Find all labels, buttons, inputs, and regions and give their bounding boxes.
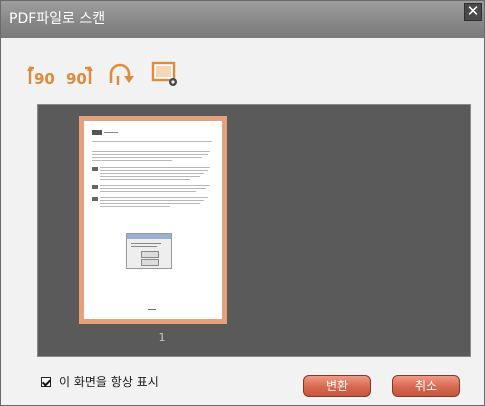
page-thumbnail[interactable] [79,116,227,324]
doc-line [100,197,208,198]
page-preview [84,121,222,319]
doc-line [100,203,200,204]
rotate-180-icon [109,63,134,85]
doc-line [104,132,118,133]
svg-text:90: 90 [66,70,87,88]
rotate-right-90-icon: 90 [66,66,93,88]
always-show-label: 이 화면을 항상 표시 [59,375,159,389]
doc-line [100,176,200,177]
doc-dialog-button [141,259,159,266]
page-number: 1 [158,331,166,344]
doc-line [92,141,212,142]
doc-line [92,160,172,161]
doc-line [100,200,204,201]
rotate-180-button[interactable] [105,59,135,89]
doc-line [100,167,210,168]
rotate-left-90-button[interactable]: 90 [25,59,55,89]
page-preview-area: 1 [37,104,471,357]
doc-line [100,188,206,189]
doc-line [92,157,202,158]
doc-dialog-image [126,233,172,269]
checkbox-checked-icon[interactable] [41,376,51,387]
doc-line [92,154,208,155]
doc-page-footer [148,309,156,310]
doc-line [100,170,208,171]
doc-line [100,179,190,180]
doc-bullet [92,167,98,171]
doc-dialog-line [131,246,157,247]
title-bar[interactable]: PDF파일로 스캔 ✕ [1,1,484,38]
doc-dialog-line [131,243,161,244]
cancel-button[interactable]: 취소 [392,375,460,397]
always-show-checkbox[interactable]: 이 화면을 항상 표시 [41,373,159,390]
svg-text:90: 90 [34,70,55,88]
doc-line [100,185,210,186]
doc-bullet [92,185,98,189]
crop-settings-icon [151,61,177,86]
doc-line [92,151,210,152]
doc-line [100,191,196,192]
doc-logo [92,130,102,135]
crop-settings-button[interactable] [150,59,180,89]
window-title: PDF파일로 스캔 [9,11,106,27]
doc-line [100,206,170,207]
convert-button[interactable]: 변환 [303,375,371,397]
doc-line [100,173,204,174]
rotate-right-90-button[interactable]: 90 [65,59,95,89]
doc-dialog-button [141,251,159,258]
doc-dialog-titlebar [127,234,171,239]
rotate-left-90-icon: 90 [27,66,55,88]
close-button[interactable]: ✕ [464,3,482,21]
scan-to-pdf-dialog: PDF파일로 스캔 ✕ 90 90 1 이 화면을 항상 표시 변환 취소 [0,0,485,406]
doc-bullet [92,197,98,201]
